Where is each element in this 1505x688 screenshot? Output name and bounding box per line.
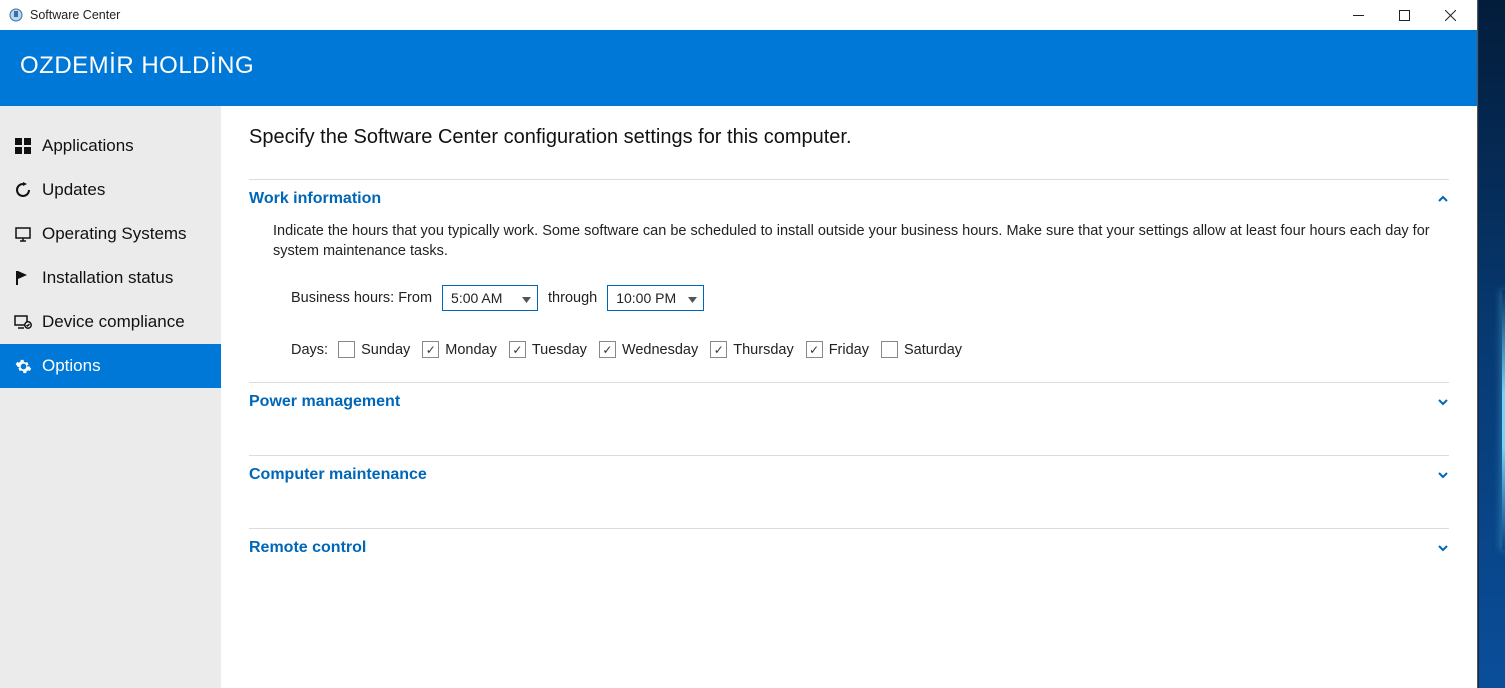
chevron-up-icon: [1437, 193, 1449, 205]
chevron-down-icon: [1437, 542, 1449, 554]
day-label: Sunday: [361, 342, 410, 358]
day-sunday-checkbox[interactable]: Sunday: [338, 341, 410, 358]
checkbox-icon: ✓: [509, 341, 526, 358]
business-hours-to-combo[interactable]: 10:00 PM: [607, 285, 704, 311]
section-header-work-information[interactable]: Work information: [249, 180, 1449, 216]
day-tuesday-checkbox[interactable]: ✓ Tuesday: [509, 341, 587, 358]
section-header-remote-control[interactable]: Remote control: [249, 529, 1449, 565]
day-label: Monday: [445, 342, 497, 358]
day-label: Saturday: [904, 342, 962, 358]
business-hours-label: Business hours: From: [291, 290, 432, 306]
maximize-button[interactable]: [1381, 0, 1427, 30]
main-content: Specify the Software Center configuratio…: [221, 106, 1477, 688]
device-compliance-icon: [14, 313, 32, 331]
day-label: Friday: [829, 342, 869, 358]
sidebar-item-label: Applications: [42, 136, 134, 156]
sidebar-item-label: Installation status: [42, 268, 173, 288]
section-header-computer-maintenance[interactable]: Computer maintenance: [249, 456, 1449, 492]
day-saturday-checkbox[interactable]: Saturday: [881, 341, 962, 358]
checkbox-icon: ✓: [422, 341, 439, 358]
section-title: Work information: [249, 190, 381, 208]
app-icon: [8, 7, 24, 23]
days-row: Days: Sunday ✓ Monday ✓ Tuesday: [273, 341, 1449, 358]
section-work-information: Work information Indicate the hours that…: [249, 179, 1449, 382]
minimize-button[interactable]: [1335, 0, 1381, 30]
titlebar: Software Center: [0, 0, 1477, 30]
day-label: Thursday: [733, 342, 793, 358]
day-label: Tuesday: [532, 342, 587, 358]
desktop-right-edge: [1478, 0, 1505, 688]
updates-icon: [14, 181, 32, 199]
sidebar-item-updates[interactable]: Updates: [0, 168, 221, 212]
section-power-management: Power management: [249, 382, 1449, 455]
dropdown-arrow-icon: [522, 290, 531, 306]
days-label: Days:: [291, 342, 328, 358]
through-label: through: [548, 290, 597, 306]
day-monday-checkbox[interactable]: ✓ Monday: [422, 341, 497, 358]
body: Applications Updates Operating Systems I…: [0, 106, 1477, 688]
sidebar-item-label: Operating Systems: [42, 224, 187, 244]
business-hours-to-value: 10:00 PM: [616, 290, 676, 306]
section-computer-maintenance: Computer maintenance: [249, 455, 1449, 528]
checkbox-icon: ✓: [710, 341, 727, 358]
day-friday-checkbox[interactable]: ✓ Friday: [806, 341, 869, 358]
sidebar-item-options[interactable]: Options: [0, 344, 221, 388]
checkbox-icon: ✓: [806, 341, 823, 358]
close-button[interactable]: [1427, 0, 1473, 30]
installation-status-icon: [14, 269, 32, 287]
sidebar-item-label: Device compliance: [42, 312, 185, 332]
window-title: Software Center: [30, 8, 120, 22]
applications-icon: [14, 137, 32, 155]
section-title: Remote control: [249, 539, 366, 557]
sidebar-item-device-compliance[interactable]: Device compliance: [0, 300, 221, 344]
work-information-content: Indicate the hours that you typically wo…: [249, 216, 1449, 382]
section-remote-control: Remote control: [249, 528, 1449, 565]
chevron-down-icon: [1437, 396, 1449, 408]
sidebar-item-label: Options: [42, 356, 101, 376]
checkbox-icon: [338, 341, 355, 358]
section-header-power-management[interactable]: Power management: [249, 383, 1449, 419]
work-information-description: Indicate the hours that you typically wo…: [273, 222, 1449, 261]
checkbox-icon: ✓: [599, 341, 616, 358]
day-thursday-checkbox[interactable]: ✓ Thursday: [710, 341, 793, 358]
titlebar-buttons: [1335, 0, 1473, 30]
page-description: Specify the Software Center configuratio…: [249, 126, 1449, 149]
brand-title: OZDEMİR HOLDİNG: [20, 52, 254, 79]
section-title: Computer maintenance: [249, 466, 427, 484]
section-title: Power management: [249, 393, 400, 411]
sidebar-item-label: Updates: [42, 180, 105, 200]
dropdown-arrow-icon: [688, 290, 697, 306]
sidebar: Applications Updates Operating Systems I…: [0, 106, 221, 688]
sidebar-item-installation-status[interactable]: Installation status: [0, 256, 221, 300]
brand-header: OZDEMİR HOLDİNG: [0, 30, 1477, 106]
business-hours-from-combo[interactable]: 5:00 AM: [442, 285, 538, 311]
business-hours-from-value: 5:00 AM: [451, 290, 502, 306]
chevron-down-icon: [1437, 469, 1449, 481]
sidebar-item-operating-systems[interactable]: Operating Systems: [0, 212, 221, 256]
checkbox-icon: [881, 341, 898, 358]
operating-systems-icon: [14, 225, 32, 243]
options-icon: [14, 357, 32, 375]
app-window: Software Center OZDEMİR HOLDİNG Applicat…: [0, 0, 1478, 688]
sidebar-item-applications[interactable]: Applications: [0, 124, 221, 168]
business-hours-row: Business hours: From 5:00 AM through 10:…: [273, 285, 1449, 311]
day-wednesday-checkbox[interactable]: ✓ Wednesday: [599, 341, 698, 358]
day-label: Wednesday: [622, 342, 698, 358]
